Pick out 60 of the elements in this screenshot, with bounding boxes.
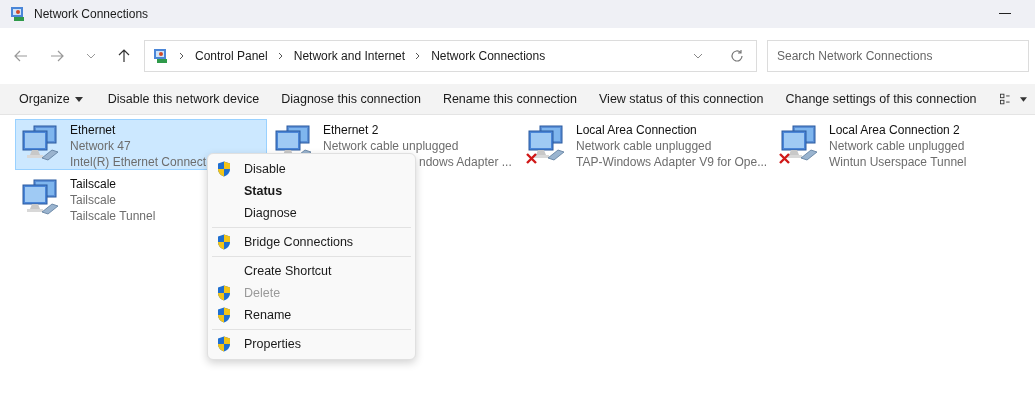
- toolbar-button[interactable]: Rename this connection: [433, 89, 586, 109]
- shield-icon: [217, 161, 231, 177]
- chevron-down-icon[interactable]: [693, 53, 703, 59]
- connection-status: Network cable unplugged: [829, 138, 966, 154]
- connection-name: Local Area Connection 2: [829, 122, 961, 138]
- back-arrow-icon[interactable]: [14, 50, 28, 62]
- menu-item[interactable]: Properties: [208, 333, 415, 355]
- adapter-name: ndows Adapter ...: [418, 154, 512, 170]
- toolbar-button[interactable]: Change settings of this connection: [776, 89, 986, 109]
- connection-status: Tailscale: [70, 192, 118, 208]
- adapter-name: Wintun Userspace Tunnel: [829, 154, 967, 170]
- connection-item[interactable]: Local Area Connection 2 Network cable unplugged Wintun Userspace Tunnel: [774, 119, 1026, 170]
- breadcrumb[interactable]: Network Connections: [431, 49, 546, 63]
- connection-name: Local Area Connection: [576, 122, 698, 138]
- toolbar-button[interactable]: Organize: [10, 89, 92, 109]
- up-arrow-icon[interactable]: [118, 49, 130, 63]
- error-x-icon: [526, 153, 537, 164]
- shield-icon: [217, 234, 231, 250]
- network-computer-icon: [526, 124, 566, 164]
- connection-name: Ethernet 2: [323, 122, 380, 138]
- chevron-right-icon: [179, 52, 185, 60]
- control-panel-icon: [10, 6, 26, 22]
- forward-arrow-icon[interactable]: [50, 50, 64, 62]
- chevron-right-icon: [277, 52, 284, 60]
- minimize-icon[interactable]: [999, 13, 1011, 15]
- menu-item[interactable]: Diagnose: [208, 202, 415, 224]
- adapter-name: Tailscale Tunnel: [70, 208, 156, 224]
- connection-status: Network 47: [70, 138, 132, 154]
- caret-icon[interactable]: [1020, 96, 1027, 102]
- error-x-icon: [779, 153, 790, 164]
- shield-icon: [217, 285, 231, 301]
- menu-item[interactable]: Create Shortcut: [208, 260, 415, 282]
- connection-status: Network cable unplugged: [323, 138, 460, 154]
- caret-icon: [74, 96, 83, 102]
- toolbar-button[interactable]: Diagnose this connection: [272, 89, 430, 109]
- window-title: Network Connections: [34, 7, 149, 21]
- breadcrumb[interactable]: Network and Internet: [293, 49, 406, 63]
- menu-item[interactable]: Status: [208, 180, 415, 202]
- control-panel-icon: [153, 48, 169, 64]
- address-bar[interactable]: Control Panel Network and Internet Network Connections: [144, 40, 757, 72]
- connection-status: Network cable unplugged: [576, 138, 713, 154]
- chevron-right-icon: [415, 52, 422, 60]
- adapter-name: TAP-Windows Adapter V9 for Ope...: [576, 154, 768, 170]
- network-computer-icon: [20, 178, 60, 218]
- refresh-icon[interactable]: [730, 49, 744, 63]
- shield-icon: [217, 336, 231, 352]
- toolbar-button[interactable]: View status of this connection: [590, 89, 773, 109]
- network-computer-icon: [20, 124, 60, 164]
- connection-name: Tailscale: [70, 176, 118, 192]
- network-computer-icon: [779, 124, 819, 164]
- adapter-name: Intel(R) Ethernet Connect: [70, 154, 207, 170]
- menu-item[interactable]: Rename: [208, 304, 415, 326]
- breadcrumb[interactable]: Control Panel: [195, 49, 268, 63]
- chevron-down-icon[interactable]: [86, 53, 96, 59]
- connection-item[interactable]: Local Area Connection Network cable unplugged TAP-Windows Adapter V9 for Ope...: [521, 119, 773, 170]
- search-field[interactable]: Search Network Connections: [767, 40, 1029, 72]
- connection-name: Ethernet: [70, 122, 117, 138]
- toolbar-button[interactable]: Disable this network device: [98, 89, 269, 109]
- shield-icon: [217, 307, 231, 323]
- menu-item[interactable]: Bridge Connections: [208, 231, 415, 253]
